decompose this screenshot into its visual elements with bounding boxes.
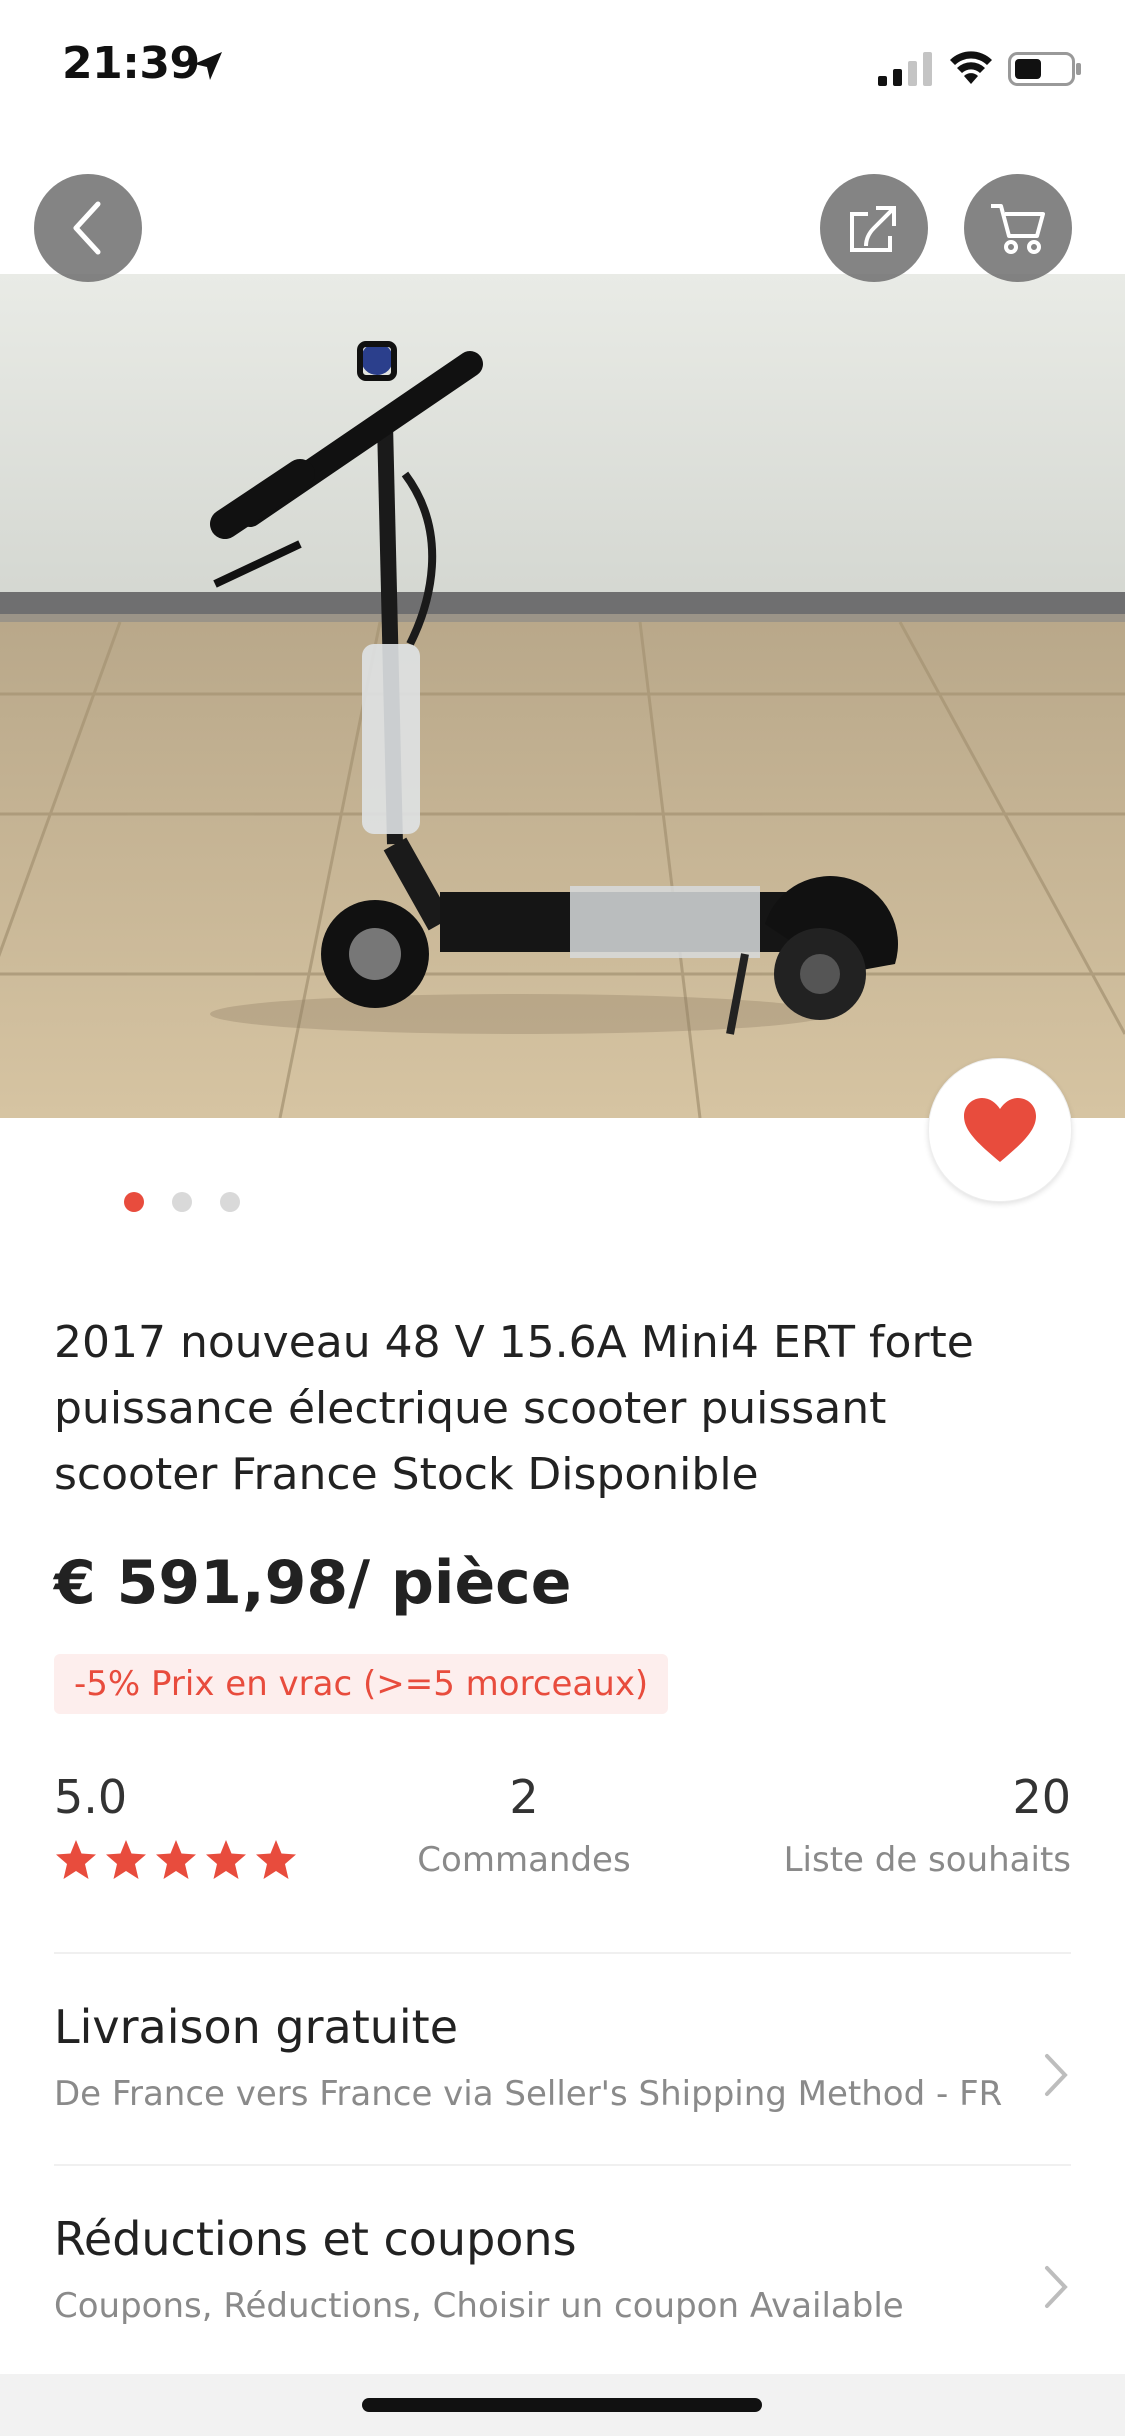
rating-block[interactable]: 5.0: [54, 1770, 298, 1882]
coupons-row[interactable]: Réductions et coupons Coupons, Réduction…: [54, 2212, 1071, 2372]
shipping-title: Livraison gratuite: [54, 2000, 459, 2054]
rating-stars: [54, 1838, 298, 1882]
shipping-row[interactable]: Livraison gratuite De France vers France…: [54, 2000, 1071, 2160]
carousel-indicator[interactable]: [124, 1192, 240, 1212]
back-icon: [73, 201, 101, 255]
rating-value: 5.0: [54, 1770, 128, 1824]
star-icon: [206, 1840, 246, 1879]
product-image[interactable]: [0, 274, 1125, 1118]
star-icon: [106, 1840, 146, 1879]
home-indicator[interactable]: [362, 2398, 762, 2412]
orders-block: 2 Commandes: [394, 1770, 654, 1880]
star-icon: [156, 1840, 196, 1879]
orders-count: 2: [509, 1770, 539, 1824]
status-bar: 21:39: [0, 0, 1125, 140]
orders-label: Commandes: [417, 1840, 631, 1880]
scooter-photo: [0, 274, 1125, 1118]
share-icon: [850, 206, 896, 252]
chevron-right-icon: [1045, 2054, 1068, 2096]
star-icon: [256, 1840, 296, 1879]
location-arrow-icon: [194, 52, 222, 80]
star-icon: [56, 1840, 96, 1879]
product-stats: 5.0 2 Commandes 20 Liste de souhaits: [54, 1770, 1071, 1900]
wifi-icon: [950, 51, 992, 84]
chevron-right-icon: [1045, 2266, 1068, 2308]
status-time: 21:39: [62, 38, 200, 89]
shipping-subtitle: De France vers France via Seller's Shipp…: [54, 2074, 1003, 2114]
favorite-button[interactable]: [928, 1058, 1072, 1202]
signal-icon: [878, 52, 932, 86]
wishlist-block: 20 Liste de souhaits: [784, 1770, 1071, 1880]
heart-icon: [964, 1098, 1036, 1162]
battery-icon: [1008, 52, 1081, 86]
coupons-subtitle: Coupons, Réductions, Choisir un coupon A…: [54, 2286, 904, 2326]
divider: [54, 1952, 1071, 1954]
coupons-title: Réductions et coupons: [54, 2212, 577, 2266]
product-price: € 591,98/ pièce: [54, 1548, 572, 1618]
cart-button[interactable]: [964, 174, 1072, 282]
cart-icon: [991, 204, 1045, 254]
share-button[interactable]: [820, 174, 928, 282]
wishlist-label: Liste de souhaits: [783, 1840, 1071, 1880]
bulk-discount-badge: -5% Prix en vrac (>=5 morceaux): [54, 1654, 669, 1714]
divider: [54, 2164, 1071, 2166]
carousel-dot[interactable]: [172, 1192, 192, 1212]
carousel-dot[interactable]: [220, 1192, 240, 1212]
back-button[interactable]: [34, 174, 142, 282]
wishlist-count: 20: [1012, 1770, 1071, 1824]
product-title: 2017 nouveau 48 V 15.6A Mini4 ERT forte …: [54, 1317, 974, 1500]
carousel-dot[interactable]: [124, 1192, 144, 1212]
